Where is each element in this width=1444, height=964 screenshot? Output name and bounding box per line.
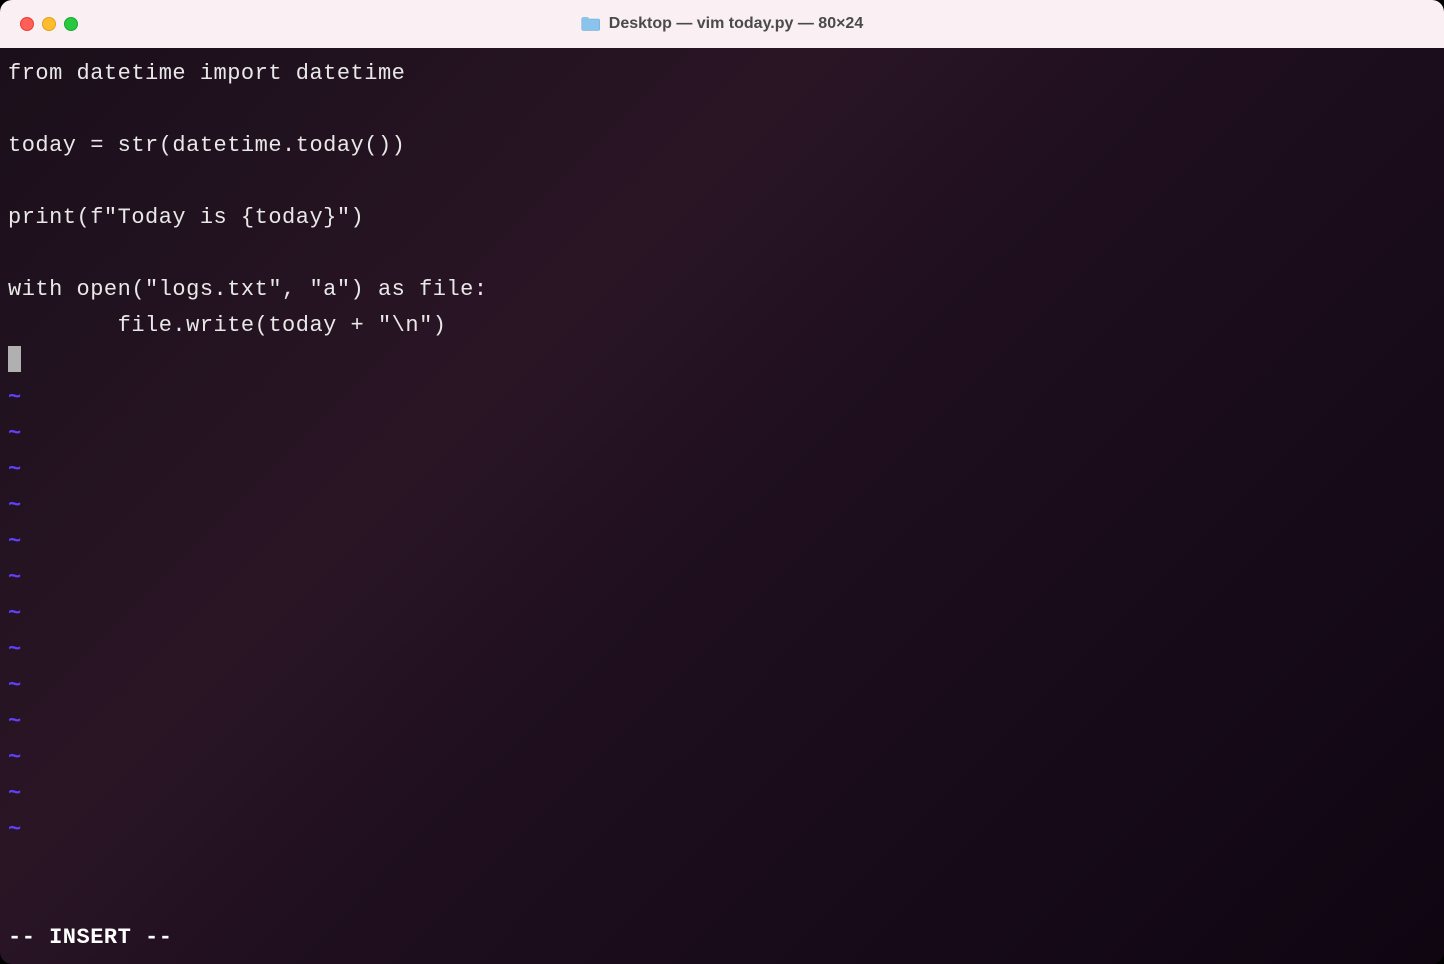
code-line (8, 92, 1436, 128)
empty-line-tilde: ~ (8, 416, 1436, 452)
empty-line-tilde: ~ (8, 560, 1436, 596)
empty-line-tilde: ~ (8, 452, 1436, 488)
terminal-content[interactable]: from datetime import datetime today = str… (0, 48, 1444, 964)
empty-line-tilde: ~ (8, 524, 1436, 560)
empty-line-tilde: ~ (8, 488, 1436, 524)
empty-line-tilde: ~ (8, 704, 1436, 740)
close-button[interactable] (20, 17, 34, 31)
empty-line-tilde: ~ (8, 668, 1436, 704)
title-container: Desktop — vim today.py — 80×24 (581, 15, 863, 33)
cursor-line (8, 344, 1436, 380)
empty-line-tilde: ~ (8, 812, 1436, 848)
vim-status-line: -- INSERT -- (8, 920, 1436, 956)
code-line (8, 236, 1436, 272)
empty-line-tilde: ~ (8, 380, 1436, 416)
empty-line-tilde: ~ (8, 596, 1436, 632)
cursor (8, 346, 21, 372)
code-line: from datetime import datetime (8, 56, 1436, 92)
terminal-window: Desktop — vim today.py — 80×24 from date… (0, 0, 1444, 964)
minimize-button[interactable] (42, 17, 56, 31)
empty-line-tilde: ~ (8, 740, 1436, 776)
titlebar[interactable]: Desktop — vim today.py — 80×24 (0, 0, 1444, 48)
code-line (8, 164, 1436, 200)
traffic-lights (20, 17, 78, 31)
code-line: file.write(today + "\n") (8, 308, 1436, 344)
empty-line-tilde: ~ (8, 776, 1436, 812)
code-line: with open("logs.txt", "a") as file: (8, 272, 1436, 308)
code-line: today = str(datetime.today()) (8, 128, 1436, 164)
zoom-button[interactable] (64, 17, 78, 31)
editor-area[interactable]: from datetime import datetime today = str… (8, 56, 1436, 920)
window-title: Desktop — vim today.py — 80×24 (609, 15, 863, 33)
code-line: print(f"Today is {today}") (8, 200, 1436, 236)
empty-line-tilde: ~ (8, 632, 1436, 668)
folder-icon (581, 16, 601, 32)
